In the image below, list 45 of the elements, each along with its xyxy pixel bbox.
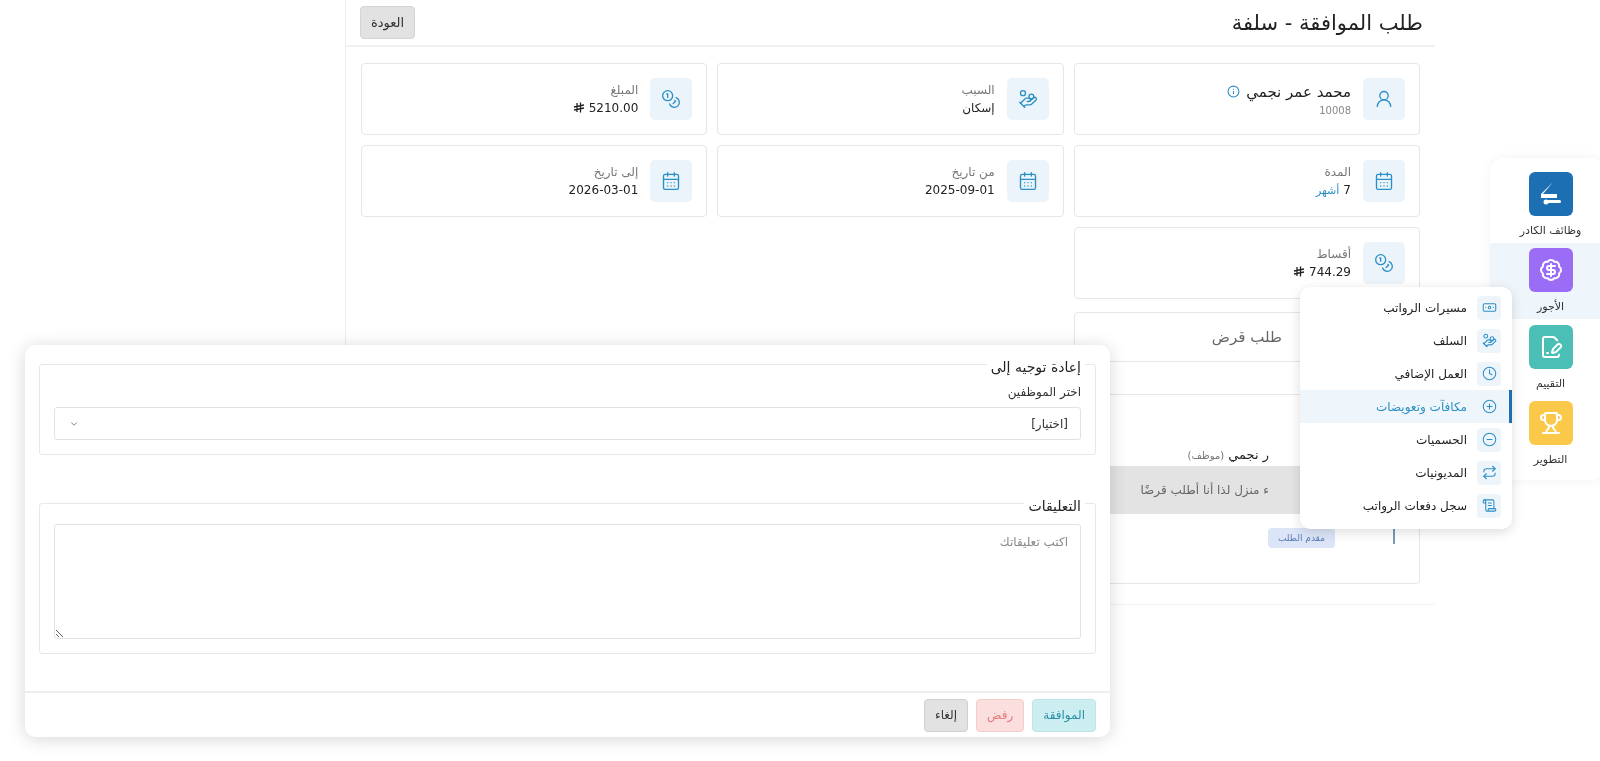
- hand-coins-icon: [1006, 78, 1049, 120]
- employee-name: محمد عمر نجمي: [1246, 82, 1351, 101]
- coins-icon: [650, 78, 693, 120]
- calendar-icon: [1363, 160, 1405, 202]
- back-button[interactable]: العودة: [360, 6, 416, 39]
- comments-field[interactable]: اكتب تعليقاتك: [54, 524, 1081, 639]
- field-label: السبب: [961, 83, 995, 97]
- menu-item[interactable]: سجل دفعات الرواتب: [1300, 489, 1512, 522]
- section-title: إعادة توجيه إلى: [986, 359, 1085, 375]
- calendar-icon: [650, 160, 693, 202]
- card-title: طلب قرض: [1211, 328, 1282, 346]
- field-value: 5210.00: [588, 101, 639, 115]
- field-label: المبلغ: [609, 83, 639, 97]
- menu-item-icon: [1477, 427, 1501, 452]
- note-text: ء منزل لذا أنا أطلب قرضًا: [1140, 483, 1269, 497]
- field-label: من تاريخ: [950, 165, 995, 179]
- field-value: 2026-03-01: [568, 183, 639, 197]
- calendar-icon: [1006, 160, 1049, 202]
- rail-item[interactable]: الأجور: [1490, 242, 1600, 319]
- employee-number: 10008: [1318, 104, 1351, 116]
- unit-label: أشهر: [1315, 183, 1340, 197]
- cancel-button[interactable]: إلغاء: [924, 698, 969, 732]
- field-label: المدة: [1323, 165, 1351, 179]
- menu-item-icon: [1477, 295, 1501, 320]
- rail-item[interactable]: وظائف الكادر: [1490, 166, 1600, 243]
- employee-select[interactable]: [اختيار]: [54, 407, 1081, 440]
- requester-tag: مقدم الطلب: [1268, 528, 1335, 548]
- requester-name: ر نجمي: [1228, 447, 1269, 462]
- info-icon[interactable]: [1227, 85, 1241, 98]
- coins-icon: [1363, 242, 1405, 284]
- menu-item-icon: [1477, 493, 1501, 518]
- menu-item-icon: [1477, 328, 1501, 353]
- field-value: 744.29: [1309, 265, 1351, 279]
- menu-item-icon: [1477, 460, 1501, 485]
- page-title: طلب الموافقة - سلفة: [1231, 10, 1423, 35]
- user-icon: [1363, 78, 1405, 120]
- field-label: أقساط: [1315, 247, 1351, 261]
- field-label: إلى تاريخ: [592, 165, 639, 179]
- field-value: 7: [1343, 183, 1351, 197]
- menu-item-icon: [1477, 361, 1501, 386]
- requester-role: (موظف): [1187, 450, 1225, 461]
- field-value: إسكان: [962, 101, 995, 115]
- field-value: 2025-09-01: [924, 183, 995, 197]
- section-title: التعليقات: [1024, 498, 1085, 514]
- field-label: اختر الموظفين: [1007, 385, 1081, 399]
